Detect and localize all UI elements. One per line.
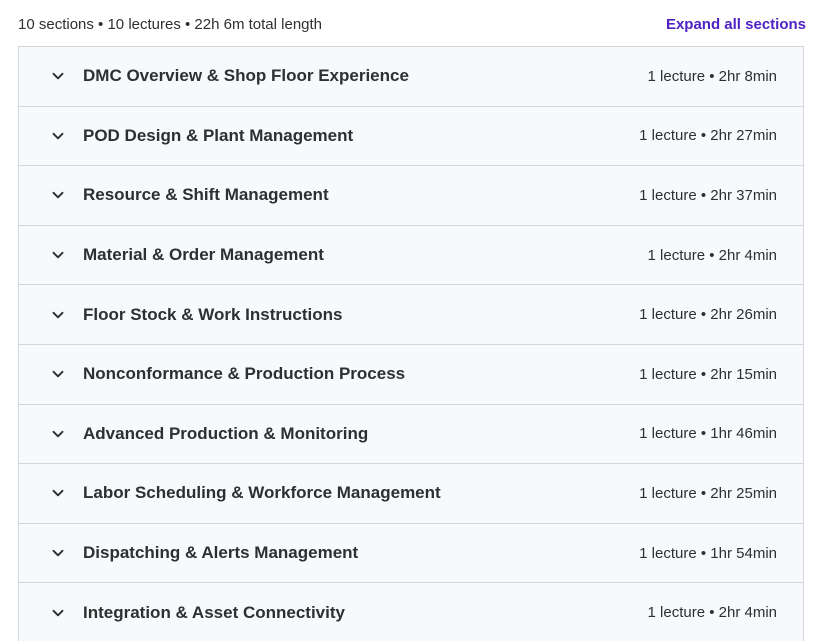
section-title: POD Design & Plant Management — [83, 125, 354, 145]
section-meta: 1 lecture • 2hr 27min — [639, 127, 777, 145]
section-meta: 1 lecture • 1hr 46min — [639, 425, 777, 443]
section-row[interactable]: Integration & Asset Connectivity 1 lectu… — [19, 583, 803, 641]
section-row[interactable]: DMC Overview & Shop Floor Experience 1 l… — [19, 47, 803, 107]
section-meta: 1 lecture • 2hr 15min — [639, 365, 777, 383]
section-list: DMC Overview & Shop Floor Experience 1 l… — [18, 46, 804, 641]
section-row[interactable]: Floor Stock & Work Instructions 1 lectur… — [19, 285, 803, 345]
section-row[interactable]: Advanced Production & Monitoring 1 lectu… — [19, 404, 803, 465]
chevron-down-icon — [51, 129, 65, 143]
section-title: DMC Overview & Shop Floor Experience — [83, 66, 409, 86]
chevron-down-icon — [51, 367, 65, 381]
course-curriculum: 10 sections • 10 lectures • 22h 6m total… — [0, 0, 819, 641]
section-row[interactable]: Labor Scheduling & Workforce Management … — [19, 464, 803, 524]
chevron-down-icon — [51, 308, 65, 322]
chevron-down-icon — [51, 188, 65, 202]
section-meta: 1 lecture • 2hr 4min — [647, 604, 777, 622]
curriculum-summary: 10 sections • 10 lectures • 22h 6m total… — [18, 15, 323, 33]
section-title: Advanced Production & Monitoring — [83, 423, 369, 443]
chevron-down-icon — [51, 546, 65, 560]
chevron-down-icon — [51, 69, 65, 83]
section-title: Floor Stock & Work Instructions — [83, 304, 343, 324]
section-row[interactable]: Dispatching & Alerts Management 1 lectur… — [19, 523, 803, 584]
chevron-down-icon — [51, 606, 65, 620]
section-row[interactable]: Material & Order Management 1 lecture • … — [19, 225, 803, 286]
chevron-down-icon — [51, 486, 65, 500]
section-title: Labor Scheduling & Workforce Management — [83, 483, 441, 503]
section-meta: 1 lecture • 2hr 4min — [647, 246, 777, 264]
section-title: Nonconformance & Production Process — [83, 364, 406, 384]
section-meta: 1 lecture • 2hr 37min — [639, 186, 777, 204]
expand-all-sections-button[interactable]: Expand all sections — [666, 16, 806, 33]
section-title: Material & Order Management — [83, 245, 324, 265]
section-row[interactable]: POD Design & Plant Management 1 lecture … — [19, 106, 803, 167]
section-title: Dispatching & Alerts Management — [83, 543, 359, 563]
section-meta: 1 lecture • 2hr 8min — [647, 67, 777, 85]
curriculum-header: 10 sections • 10 lectures • 22h 6m total… — [18, 8, 806, 40]
section-title: Integration & Asset Connectivity — [83, 602, 345, 622]
section-row[interactable]: Resource & Shift Management 1 lecture • … — [19, 166, 803, 226]
section-meta: 1 lecture • 2hr 26min — [639, 306, 777, 324]
chevron-down-icon — [51, 427, 65, 441]
section-row[interactable]: Nonconformance & Production Process 1 le… — [19, 344, 803, 405]
chevron-down-icon — [51, 248, 65, 262]
section-title: Resource & Shift Management — [83, 185, 329, 205]
section-meta: 1 lecture • 2hr 25min — [639, 484, 777, 502]
section-meta: 1 lecture • 1hr 54min — [639, 544, 777, 562]
